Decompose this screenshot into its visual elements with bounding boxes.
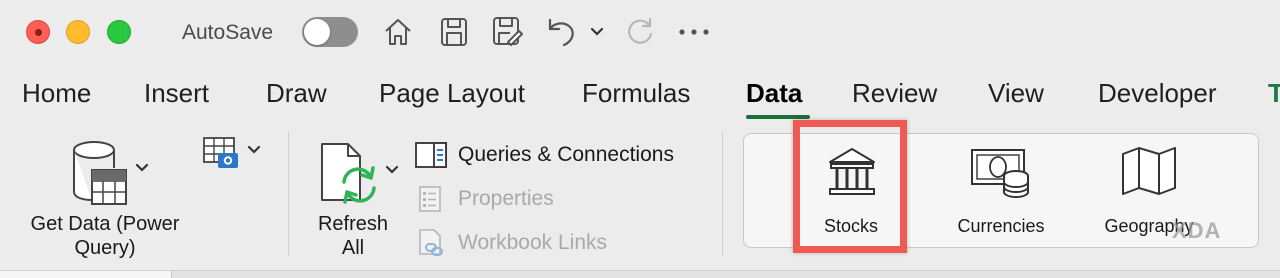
active-tab-indicator (746, 115, 810, 119)
workbook-links-icon (419, 229, 443, 256)
refresh-all-label: Refresh All (306, 212, 400, 260)
maximize-window-button[interactable] (107, 20, 131, 44)
refresh-document-icon (321, 143, 376, 204)
name-box-edge (0, 271, 172, 278)
xda-watermark-text: XDA (1172, 218, 1222, 243)
chevron-down-icon (247, 145, 261, 154)
title-bar: AutoSave (0, 0, 1280, 66)
stocks-highlight-box (793, 120, 907, 253)
refresh-label-line2: All (341, 237, 365, 259)
autosave-label: AutoSave (182, 21, 274, 44)
tab-home[interactable]: Home (22, 78, 91, 109)
refresh-label-line1: Refresh (317, 213, 389, 235)
tab-overflow[interactable]: T (1268, 78, 1280, 109)
queries-connections-label: Queries & Connections (458, 143, 674, 166)
minimize-window-button[interactable] (66, 20, 90, 44)
close-window-button[interactable] (26, 20, 50, 44)
refresh-all-button[interactable]: Refresh All (306, 136, 406, 262)
undo-icon[interactable] (542, 14, 580, 50)
redo-icon (622, 14, 658, 50)
tab-review[interactable]: Review (852, 78, 937, 109)
currency-coins-icon (971, 149, 1029, 199)
group-separator (288, 132, 289, 256)
chevron-down-icon[interactable] (586, 14, 608, 50)
get-data-label-line2: Query) (74, 237, 136, 259)
more-icon[interactable] (676, 14, 712, 50)
save-as-icon[interactable] (490, 14, 526, 50)
autosave-toggle[interactable] (302, 17, 358, 47)
workbook-links-button: Workbook Links (414, 228, 607, 258)
tab-page-layout[interactable]: Page Layout (379, 78, 525, 109)
xda-watermark: XDA (1172, 218, 1221, 244)
currencies-button[interactable]: Currencies (940, 134, 1062, 247)
tab-view[interactable]: View (988, 78, 1044, 109)
queries-panel-icon (415, 142, 447, 168)
tab-insert[interactable]: Insert (144, 78, 209, 109)
database-table-icon (73, 141, 127, 205)
group-separator (722, 132, 723, 256)
home-icon[interactable] (380, 14, 416, 50)
ribbon-tabs: Home Insert Draw Page Layout Formulas Da… (0, 70, 1280, 120)
tab-draw[interactable]: Draw (266, 78, 327, 109)
data-from-picture-button[interactable] (200, 136, 266, 172)
table-camera-icon (203, 137, 238, 168)
sheet-top-border (0, 270, 1280, 278)
tab-developer[interactable]: Developer (1098, 78, 1217, 109)
chevron-down-icon (135, 163, 149, 172)
map-icon (1122, 147, 1176, 195)
properties-button: Properties (414, 184, 554, 214)
queries-connections-button[interactable]: Queries & Connections (414, 140, 674, 170)
chevron-down-icon (385, 165, 399, 174)
get-data-label-line1: Get Data (Power (30, 213, 180, 235)
currencies-label: Currencies (957, 216, 1045, 236)
properties-label: Properties (458, 187, 554, 210)
save-icon[interactable] (436, 14, 472, 50)
workbook-links-label: Workbook Links (458, 231, 608, 254)
properties-icon (419, 186, 441, 212)
tab-formulas[interactable]: Formulas (582, 78, 690, 109)
tab-data[interactable]: Data (746, 78, 802, 109)
get-data-button[interactable]: Get Data (Power Query) (18, 136, 192, 262)
get-data-label: Get Data (Power Query) (18, 212, 192, 260)
